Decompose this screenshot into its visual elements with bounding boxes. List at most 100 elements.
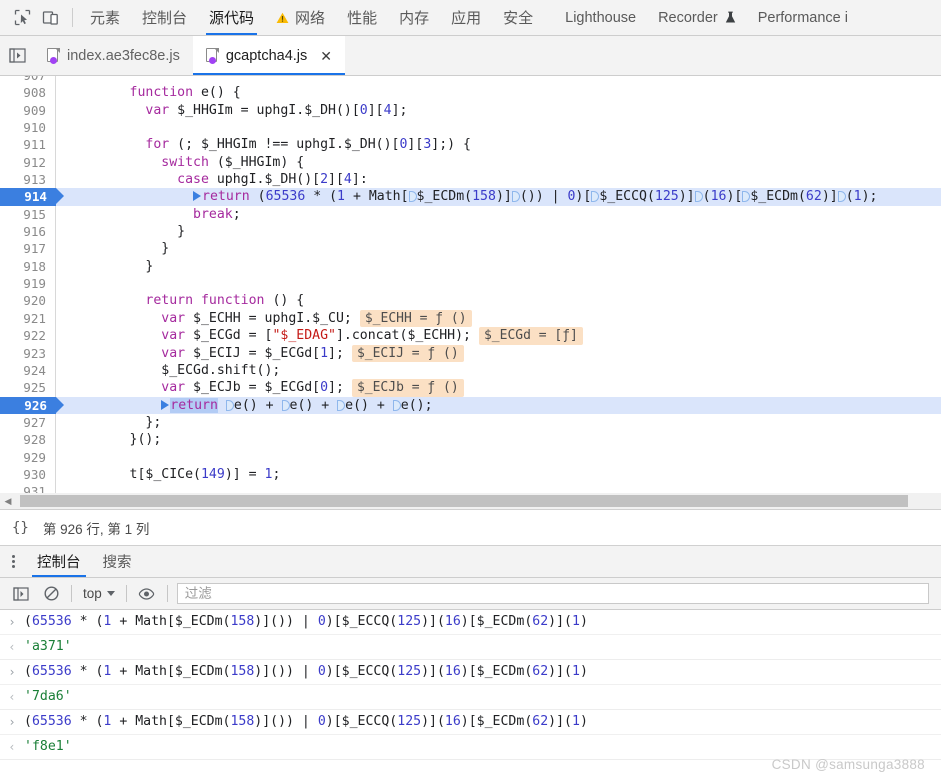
line-number[interactable]: 907 [0, 76, 56, 85]
clear-console-icon[interactable] [36, 582, 66, 606]
code-line[interactable]: 924 $_ECGd.shift(); [0, 361, 941, 380]
line-number[interactable]: 929 [0, 448, 56, 466]
tab-performance-insights-label: Performance i [757, 9, 848, 26]
console-input-row[interactable]: › (65536 * (1 + Math[$_ECDm(158)]()) | 0)… [0, 660, 941, 685]
console-output-row[interactable]: ‹ 'f8e1' [0, 735, 941, 760]
tab-recorder[interactable]: Recorder [647, 0, 747, 35]
line-number[interactable]: 922 [0, 327, 56, 345]
show-navigator-icon[interactable] [0, 36, 34, 75]
line-number[interactable]: 921 [0, 309, 56, 328]
tab-performance-insights[interactable]: Performance i [747, 0, 859, 35]
code-line[interactable]: 908 function e() { [0, 84, 941, 102]
tab-lighthouse[interactable]: Lighthouse [554, 0, 647, 35]
line-number[interactable]: 930 [0, 465, 56, 484]
console-filter-box[interactable] [176, 583, 929, 604]
line-number[interactable]: 925 [0, 379, 56, 397]
live-expression-eye-icon[interactable] [132, 582, 162, 606]
tab-memory[interactable]: 内存 [388, 0, 440, 35]
code-line[interactable]: 929 [0, 448, 941, 466]
code-line[interactable]: 913 case uphgI.$_DH()[2][4]: [0, 171, 941, 189]
console-sidebar-icon[interactable] [6, 582, 36, 606]
code-line[interactable]: 923 var $_ECIJ = $_ECGd[1]; $_ECIJ = ƒ () [0, 344, 941, 362]
tab-elements[interactable]: 元素 [79, 0, 131, 35]
line-number[interactable]: 912 [0, 153, 56, 172]
step-into-target-marker-icon[interactable] [392, 399, 401, 411]
step-into-target-marker-icon[interactable] [225, 399, 234, 411]
line-number[interactable]: 919 [0, 275, 56, 293]
code-line[interactable]: 914 return (65536 * (1 + Math[$_ECDm(158… [0, 188, 941, 206]
step-into-marker-icon[interactable] [193, 191, 202, 202]
code-line[interactable]: 927 }; [0, 413, 941, 432]
more-options-icon[interactable] [0, 546, 26, 577]
console-input-row[interactable]: › (65536 * (1 + Math[$_ECDm(158)]()) | 0)… [0, 610, 941, 635]
tab-network[interactable]: 网络 [265, 0, 336, 35]
tab-security[interactable]: 安全 [492, 0, 544, 35]
drawer-tab-search[interactable]: 搜索 [92, 546, 143, 577]
line-number[interactable]: 914 [0, 188, 64, 206]
line-number[interactable]: 916 [0, 223, 56, 241]
code-line[interactable]: 910 [0, 119, 941, 137]
code-line[interactable]: 931 [0, 483, 941, 493]
scrollbar-thumb[interactable] [20, 495, 908, 507]
code-line[interactable]: 916 } [0, 223, 941, 241]
file-tab-gcaptcha4[interactable]: gcaptcha4.js ✕ [192, 36, 346, 75]
code-line[interactable]: 915 break; [0, 205, 941, 224]
code-line[interactable]: 926 return e() + e() + e() + e(); [0, 396, 941, 414]
line-number[interactable]: 926 [0, 396, 64, 414]
close-icon[interactable]: ✕ [320, 49, 332, 63]
pretty-print-icon[interactable]: {} [12, 520, 29, 536]
line-number[interactable]: 917 [0, 240, 56, 258]
editor-horizontal-scrollbar[interactable]: ◀ [0, 493, 941, 509]
drawer-tab-console[interactable]: 控制台 [26, 546, 92, 577]
console-input-row[interactable]: › (65536 * (1 + Math[$_ECDm(158)]()) | 0)… [0, 710, 941, 735]
code-line[interactable]: 912 switch ($_HHGIm) { [0, 153, 941, 172]
device-toolbar-icon[interactable] [36, 0, 64, 35]
step-into-target-marker-icon[interactable] [511, 191, 520, 203]
code-editor[interactable]: 907908 function e() {909 var $_HHGIm = u… [0, 76, 941, 510]
code-line[interactable]: 922 var $_ECGd = ["$_EDAG"].concat($_ECH… [0, 327, 941, 345]
code-line[interactable]: 925 var $_ECJb = $_ECGd[0]; $_ECJb = ƒ () [0, 379, 941, 397]
line-number[interactable]: 910 [0, 119, 56, 137]
line-number[interactable]: 915 [0, 205, 56, 224]
step-into-target-marker-icon[interactable] [281, 399, 290, 411]
tab-application[interactable]: 应用 [440, 0, 492, 35]
code-line[interactable]: 917 } [0, 240, 941, 258]
console-filter-input[interactable] [184, 586, 921, 601]
file-tab-index[interactable]: index.ae3fec8e.js [34, 36, 193, 75]
execution-context-selector[interactable]: top [77, 584, 121, 603]
console-output-row[interactable]: ‹ 'a371' [0, 635, 941, 660]
line-number[interactable]: 923 [0, 344, 56, 362]
console-output-row[interactable]: ‹ '7da6' [0, 685, 941, 710]
line-number[interactable]: 927 [0, 413, 56, 432]
line-number[interactable]: 928 [0, 431, 56, 449]
code-line[interactable]: 921 var $_ECHH = uphgI.$_CU; $_ECHH = ƒ (… [0, 309, 941, 328]
line-number[interactable]: 924 [0, 361, 56, 380]
line-number[interactable]: 909 [0, 101, 56, 120]
code-line[interactable]: 919 [0, 275, 941, 293]
console-message-list[interactable]: › (65536 * (1 + Math[$_ECDm(158)]()) | 0)… [0, 610, 941, 780]
tab-sources[interactable]: 源代码 [198, 0, 265, 35]
step-into-target-marker-icon[interactable] [337, 399, 346, 411]
code-line[interactable]: 911 for (; $_HHGIm !== uphgI.$_DH()[0][3… [0, 136, 941, 154]
tab-performance[interactable]: 性能 [336, 0, 388, 35]
code-line[interactable]: 930 t[$_CICe(149)] = 1; [0, 465, 941, 484]
line-number[interactable]: 918 [0, 257, 56, 276]
line-number[interactable]: 911 [0, 136, 56, 154]
step-into-target-marker-icon[interactable] [408, 191, 417, 203]
step-into-target-marker-icon[interactable] [837, 191, 846, 203]
step-into-marker-icon[interactable] [161, 399, 170, 410]
code-line[interactable]: 918 } [0, 257, 941, 276]
line-number[interactable]: 920 [0, 292, 56, 310]
step-into-target-marker-icon[interactable] [694, 191, 703, 203]
line-number[interactable]: 913 [0, 171, 56, 189]
scroll-left-arrow[interactable]: ◀ [0, 496, 16, 507]
code-line[interactable]: 920 return function () { [0, 292, 941, 310]
inspect-cursor-icon[interactable] [8, 0, 36, 35]
line-number[interactable]: 908 [0, 84, 56, 102]
scrollbar-track[interactable] [16, 495, 941, 507]
code-line[interactable]: 928 }(); [0, 431, 941, 449]
code-line[interactable]: 907 [0, 76, 941, 85]
code-line[interactable]: 909 var $_HHGIm = uphgI.$_DH()[0][4]; [0, 101, 941, 120]
tab-console[interactable]: 控制台 [131, 0, 198, 35]
line-number[interactable]: 931 [0, 483, 56, 493]
